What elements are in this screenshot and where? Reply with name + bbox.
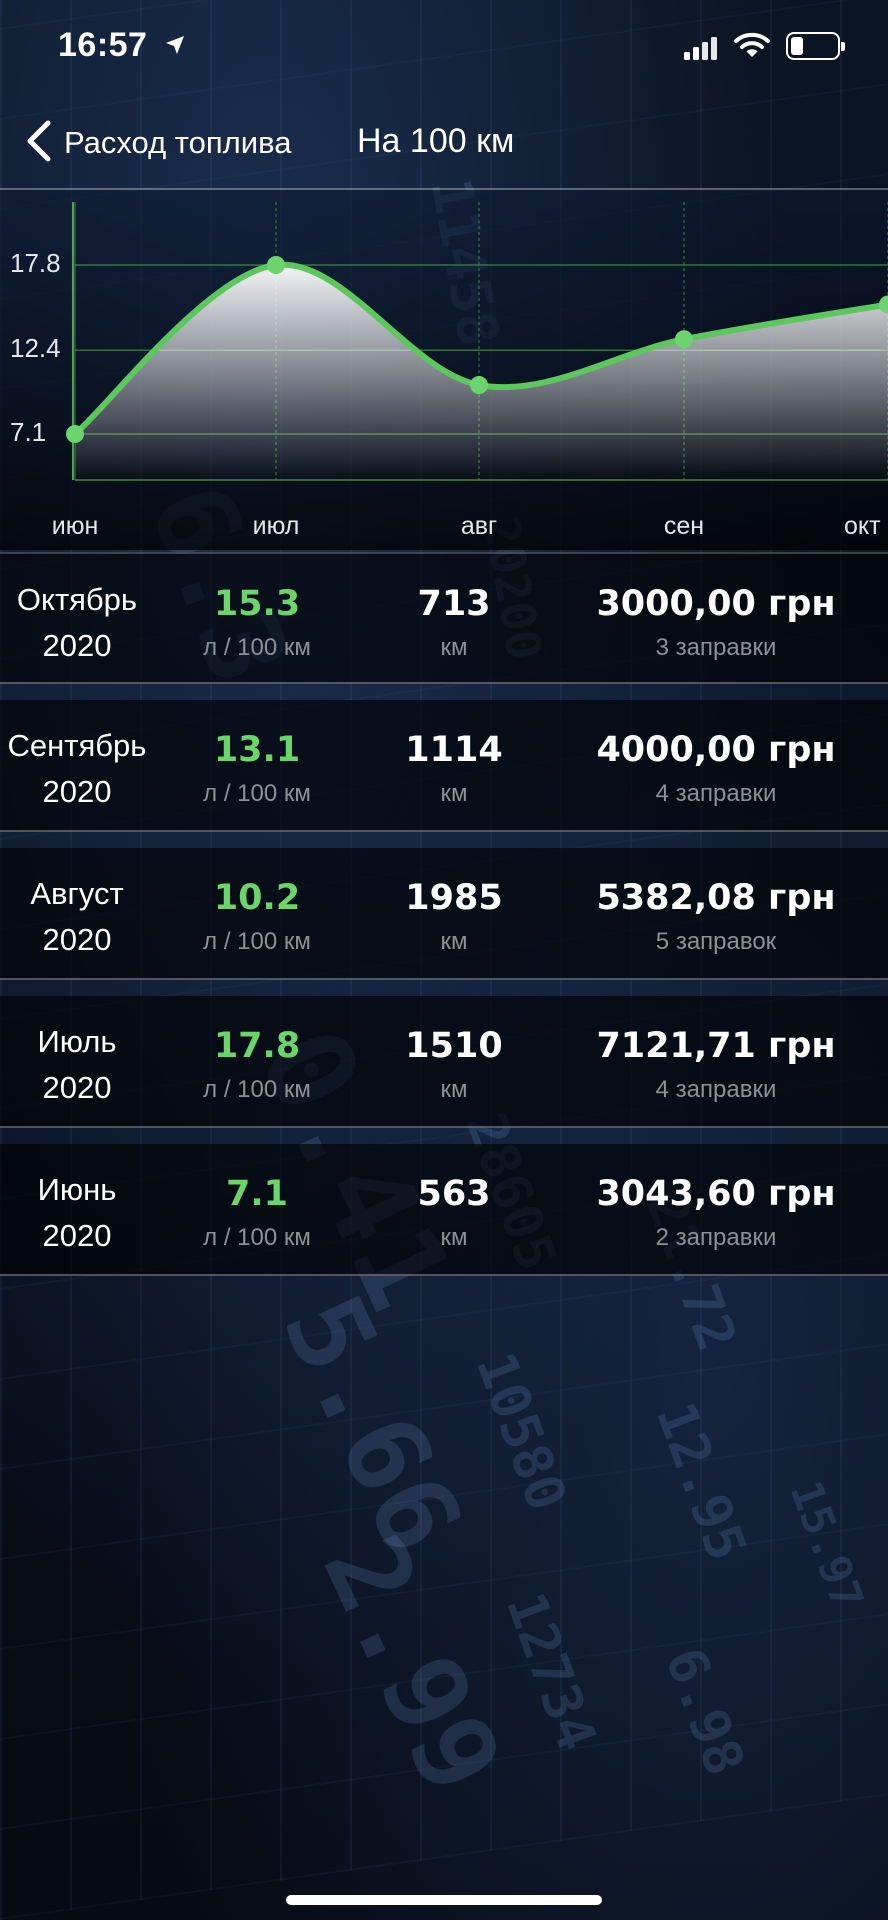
refuel-count: 2 заправки — [655, 1224, 777, 1251]
distance-unit: км — [440, 634, 468, 661]
month-year: 2020 — [42, 1070, 112, 1105]
x-tick-label: июл — [252, 512, 300, 540]
consumption-value: 7.1 — [225, 1174, 288, 1214]
back-label: Расход топлива — [64, 125, 292, 160]
cost-value: 4000,00 грн — [596, 730, 836, 770]
month-year: 2020 — [42, 1218, 112, 1253]
refuel-count: 4 заправки — [655, 1076, 777, 1103]
month-name: Август — [30, 876, 124, 911]
distance-value: 1510 — [405, 1026, 503, 1066]
month-name: Сентябрь — [7, 728, 147, 763]
chart-canvas — [0, 190, 888, 550]
consumption-value: 17.8 — [213, 1026, 301, 1066]
page-title: На 100 км — [357, 122, 515, 160]
x-tick-label: авг — [460, 512, 498, 540]
cost-value: 5382,08 грн — [596, 878, 836, 918]
month-cell: Июль 2020 — [0, 996, 154, 1128]
status-time: 16:57 — [58, 26, 148, 64]
battery-icon — [786, 32, 845, 60]
month-year: 2020 — [42, 922, 112, 957]
consumption-cell: 13.1 л / 100 км — [174, 700, 340, 832]
distance-value: 713 — [417, 584, 491, 624]
month-row[interactable]: Август 2020 10.2 л / 100 км 1985 км 5382,08 гр… — [0, 848, 888, 980]
month-name: Октябрь — [16, 582, 138, 617]
x-tick-label: окт — [844, 512, 881, 540]
x-tick-label: сен — [663, 512, 705, 540]
distance-cell: 1985 км — [384, 848, 524, 980]
month-year: 2020 — [42, 774, 112, 809]
consumption-cell: 17.8 л / 100 км — [174, 996, 340, 1128]
consumption-unit: л / 100 км — [203, 928, 311, 955]
month-row[interactable]: Июль 2020 17.8 л / 100 км 1510 км 7121,71 грн 4… — [0, 996, 888, 1128]
cost-cell: 3043,60 грн 2 заправки — [560, 1144, 872, 1276]
consumption-value: 10.2 — [213, 878, 301, 918]
refuel-count: 5 заправок — [655, 928, 777, 955]
month-cell: Август 2020 — [0, 848, 154, 980]
consumption-unit: л / 100 км — [203, 634, 311, 661]
month-cell: Июнь 2020 — [0, 1144, 154, 1276]
consumption-value: 15.3 — [213, 584, 301, 624]
month-year: 2020 — [42, 628, 112, 663]
month-row[interactable]: Июнь 2020 7.1 л / 100 км 563 км 3043,60 грн 2 з… — [0, 1144, 888, 1276]
distance-value: 1114 — [405, 730, 503, 770]
chart-point-июл — [267, 256, 285, 274]
cost-cell: 5382,08 грн 5 заправок — [560, 848, 872, 980]
month-row[interactable]: Сентябрь 2020 13.1 л / 100 км 1114 км 4000,00 … — [0, 700, 888, 832]
consumption-unit: л / 100 км — [203, 1224, 311, 1251]
cost-cell: 7121,71 грн 4 заправки — [560, 996, 872, 1128]
cost-cell: 4000,00 грн 4 заправки — [560, 700, 872, 832]
distance-unit: км — [440, 1224, 468, 1251]
distance-cell: 713 км — [384, 554, 524, 686]
wifi-icon — [734, 31, 770, 63]
y-tick-label: 17.8 — [10, 248, 61, 278]
month-name: Июнь — [37, 1172, 117, 1207]
cost-cell: 3000,00 грн 3 заправки — [560, 554, 872, 686]
cost-value: 3000,00 грн — [596, 584, 836, 624]
monthly-list: Октябрь 2020 15.3 л / 100 км 713 км 3000,00 гр… — [0, 552, 888, 1292]
home-indicator[interactable] — [286, 1895, 602, 1905]
consumption-unit: л / 100 км — [203, 1076, 311, 1103]
distance-cell: 1114 км — [384, 700, 524, 832]
chevron-left-icon — [26, 119, 52, 167]
status-bar: 16:57 — [0, 0, 888, 100]
refuel-count: 3 заправки — [655, 634, 777, 661]
distance-unit: км — [440, 780, 468, 807]
navigation-bar: Расход топлива На 100 км — [0, 100, 888, 188]
month-name: Июль — [37, 1024, 117, 1059]
y-tick-label: 7.1 — [10, 417, 47, 447]
chart-point-авг — [470, 376, 488, 395]
distance-cell: 1510 км — [384, 996, 524, 1128]
distance-value: 1985 — [405, 878, 503, 918]
distance-cell: 563 км — [384, 1144, 524, 1276]
consumption-cell: 7.1 л / 100 км — [174, 1144, 340, 1276]
cost-value: 7121,71 грн — [596, 1026, 836, 1066]
refuel-count: 4 заправки — [655, 780, 777, 807]
cost-value: 3043,60 грн — [596, 1174, 836, 1214]
consumption-cell: 15.3 л / 100 км — [174, 554, 340, 686]
signal-icon — [684, 36, 718, 64]
y-tick-label: 12.4 — [10, 333, 61, 364]
back-button[interactable]: Расход топлива — [26, 118, 291, 168]
consumption-cell: 10.2 л / 100 км — [174, 848, 340, 980]
distance-value: 563 — [417, 1174, 491, 1214]
month-cell: Сентябрь 2020 — [0, 700, 154, 832]
location-arrow-icon — [164, 34, 186, 60]
consumption-chart: 17.8 12.4 7.1 июн июл авг сен окт — [0, 190, 888, 550]
chart-point-сен — [675, 330, 693, 349]
x-tick-label: июн — [51, 512, 99, 540]
distance-unit: км — [440, 928, 468, 955]
distance-unit: км — [440, 1076, 468, 1103]
consumption-value: 13.1 — [213, 730, 301, 770]
consumption-unit: л / 100 км — [203, 780, 311, 807]
month-cell: Октябрь 2020 — [0, 554, 154, 686]
month-row[interactable]: Октябрь 2020 15.3 л / 100 км 713 км 3000,00 гр… — [0, 552, 888, 684]
